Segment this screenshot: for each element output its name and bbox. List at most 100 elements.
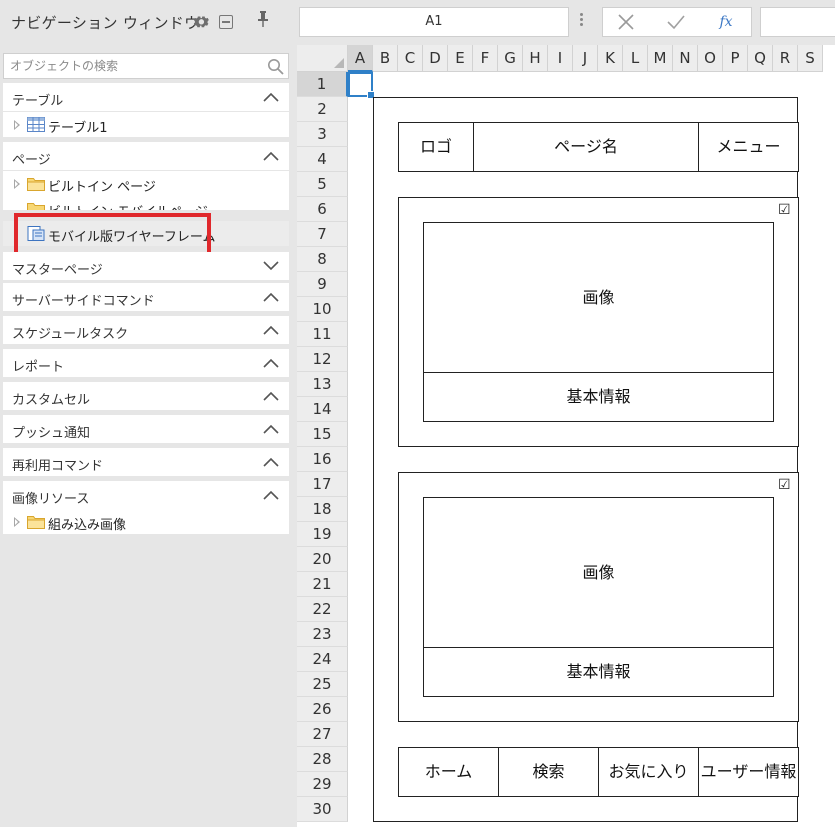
column-header[interactable]: M: [648, 45, 673, 72]
section-custom-cell-header[interactable]: カスタムセル: [3, 382, 289, 410]
section-master-page-header[interactable]: マスターページ: [3, 252, 289, 280]
tree-item-table1[interactable]: テーブル1: [3, 112, 289, 137]
tree-item-builtin-page[interactable]: ビルトイン ページ: [3, 171, 289, 196]
row-header[interactable]: 29: [297, 772, 348, 797]
row-header[interactable]: 27: [297, 722, 348, 747]
formula-input[interactable]: [760, 7, 835, 37]
section-image-resource-header[interactable]: 画像リソース: [3, 481, 289, 509]
expand-arrow-icon[interactable]: [14, 179, 20, 189]
tree-item-builtin-mobile-page[interactable]: ビルトイン モバイルページ: [3, 196, 289, 210]
more-options-icon[interactable]: [580, 13, 584, 29]
row-header[interactable]: 16: [297, 447, 348, 472]
row-header[interactable]: 25: [297, 672, 348, 697]
pin-icon[interactable]: [255, 10, 271, 28]
section-server-command-header[interactable]: サーバーサイドコマンド: [3, 283, 289, 311]
section-report-header[interactable]: レポート: [3, 349, 289, 377]
row-header[interactable]: 20: [297, 547, 348, 572]
row-header[interactable]: 2: [297, 97, 348, 122]
row-header[interactable]: 26: [297, 697, 348, 722]
section-label: スケジュールタスク: [12, 327, 129, 342]
row-header[interactable]: 13: [297, 372, 348, 397]
row-header[interactable]: 28: [297, 747, 348, 772]
active-cell[interactable]: [348, 72, 375, 99]
row-header[interactable]: 24: [297, 647, 348, 672]
row-header[interactable]: 22: [297, 597, 348, 622]
column-header[interactable]: B: [373, 45, 398, 72]
check-icon[interactable]: [665, 13, 687, 31]
gear-icon[interactable]: [194, 15, 209, 30]
chevron-up-icon[interactable]: [263, 325, 279, 335]
chevron-up-icon[interactable]: [263, 490, 279, 500]
row-header[interactable]: 12: [297, 347, 348, 372]
column-header[interactable]: D: [423, 45, 448, 72]
chevron-up-icon[interactable]: [263, 92, 279, 102]
column-header[interactable]: F: [473, 45, 498, 72]
search-icon[interactable]: [267, 58, 284, 75]
column-header[interactable]: L: [623, 45, 648, 72]
section-table-header[interactable]: テーブル: [3, 83, 289, 111]
collapse-icon[interactable]: [219, 15, 233, 29]
chevron-up-icon[interactable]: [263, 292, 279, 302]
row-header[interactable]: 19: [297, 522, 348, 547]
column-header[interactable]: O: [698, 45, 723, 72]
section-reuse-command-header[interactable]: 再利用コマンド: [3, 448, 289, 476]
section-label: プッシュ通知: [12, 426, 91, 441]
section-label: テーブル: [12, 94, 64, 109]
section-scheduled-task-header[interactable]: スケジュールタスク: [3, 316, 289, 344]
row-header[interactable]: 10: [297, 297, 348, 322]
row-header[interactable]: 3: [297, 122, 348, 147]
folder-icon: [27, 203, 45, 210]
row-header[interactable]: 11: [297, 322, 348, 347]
select-all-corner[interactable]: [297, 45, 348, 72]
column-header[interactable]: S: [798, 45, 823, 72]
name-box[interactable]: A1: [299, 7, 569, 37]
row-header[interactable]: 30: [297, 797, 348, 822]
expand-arrow-icon[interactable]: [14, 517, 20, 527]
search-input[interactable]: [4, 54, 254, 78]
column-header[interactable]: Q: [748, 45, 773, 72]
section-push-header[interactable]: プッシュ通知: [3, 415, 289, 443]
row-header[interactable]: 7: [297, 222, 348, 247]
column-header[interactable]: G: [498, 45, 523, 72]
column-header[interactable]: H: [523, 45, 548, 72]
row-header[interactable]: 17: [297, 472, 348, 497]
tree-item-builtin-images[interactable]: 組み込み画像: [3, 509, 289, 534]
column-header[interactable]: I: [548, 45, 573, 72]
table-icon: [27, 117, 45, 132]
function-icon[interactable]: fx: [715, 13, 737, 31]
row-header[interactable]: 1: [297, 72, 348, 97]
chevron-up-icon[interactable]: [263, 424, 279, 434]
wf-info-2: 基本情報: [423, 647, 774, 697]
checkbox-icon[interactable]: ☑: [778, 478, 791, 492]
column-header[interactable]: C: [398, 45, 423, 72]
row-header[interactable]: 9: [297, 272, 348, 297]
row-header[interactable]: 5: [297, 172, 348, 197]
close-icon[interactable]: [615, 13, 637, 31]
checkbox-icon[interactable]: ☑: [778, 203, 791, 217]
row-header[interactable]: 21: [297, 572, 348, 597]
chevron-up-icon[interactable]: [263, 358, 279, 368]
column-header[interactable]: N: [673, 45, 698, 72]
row-header[interactable]: 18: [297, 497, 348, 522]
chevron-down-icon[interactable]: [263, 261, 279, 271]
column-header[interactable]: J: [573, 45, 598, 72]
row-header[interactable]: 6: [297, 197, 348, 222]
spreadsheet-grid[interactable]: ロゴ ページ名 メニュー ☑ 画像 基本情報 ☑ 画像 基本情報 ホーム 検索 …: [297, 45, 835, 827]
row-header[interactable]: 15: [297, 422, 348, 447]
chevron-up-icon[interactable]: [263, 151, 279, 161]
wf-footer-home: ホーム: [398, 747, 499, 797]
section-label: カスタムセル: [12, 393, 91, 408]
chevron-up-icon[interactable]: [263, 457, 279, 467]
column-header[interactable]: A: [348, 45, 373, 72]
column-header[interactable]: K: [598, 45, 623, 72]
row-header[interactable]: 14: [297, 397, 348, 422]
chevron-up-icon[interactable]: [263, 391, 279, 401]
expand-arrow-icon[interactable]: [14, 120, 20, 130]
column-header[interactable]: E: [448, 45, 473, 72]
column-header[interactable]: P: [723, 45, 748, 72]
row-header[interactable]: 23: [297, 622, 348, 647]
column-header[interactable]: R: [773, 45, 798, 72]
row-header[interactable]: 4: [297, 147, 348, 172]
section-page-header[interactable]: ページ: [3, 142, 289, 170]
row-header[interactable]: 8: [297, 247, 348, 272]
